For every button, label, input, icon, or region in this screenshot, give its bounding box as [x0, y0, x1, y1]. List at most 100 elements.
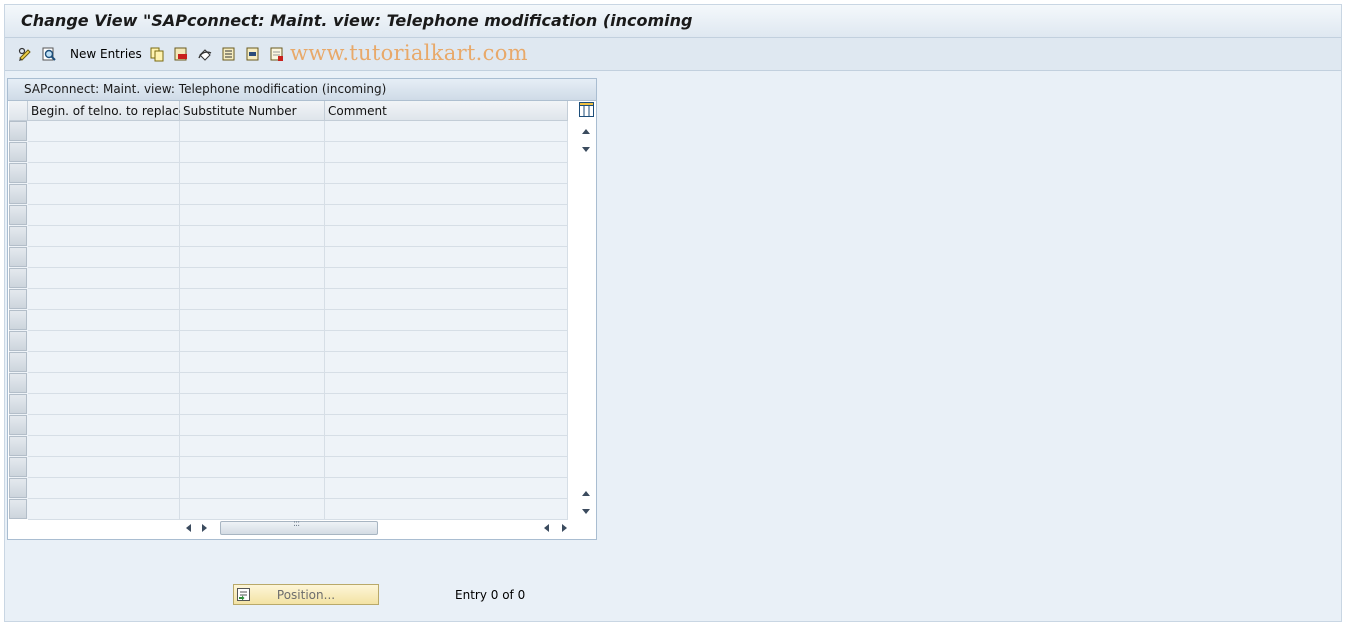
cell-comment[interactable] — [325, 331, 568, 352]
cell-substitute-number[interactable] — [180, 373, 325, 394]
column-header-begin-telno[interactable]: Begin. of telno. to replace — [28, 101, 186, 121]
cell-comment[interactable] — [325, 478, 568, 499]
display-change-icon[interactable] — [17, 46, 33, 62]
cell-comment[interactable] — [325, 310, 568, 331]
scroll-down-icon[interactable] — [582, 147, 590, 152]
cell-substitute-number[interactable] — [180, 184, 325, 205]
row-selector[interactable] — [9, 331, 27, 351]
cell-substitute-number[interactable] — [180, 436, 325, 457]
column-header-comment[interactable]: Comment — [325, 101, 568, 121]
cell-comment[interactable] — [325, 268, 568, 289]
cell-substitute-number[interactable] — [180, 499, 325, 520]
cell-substitute-number[interactable] — [180, 457, 325, 478]
cell-begin-telno[interactable] — [28, 352, 180, 373]
cell-begin-telno[interactable] — [28, 142, 180, 163]
cell-comment[interactable] — [325, 142, 568, 163]
scroll-page-up-icon[interactable] — [582, 491, 590, 496]
cell-begin-telno[interactable] — [28, 394, 180, 415]
select-all-rows-header[interactable] — [9, 101, 28, 121]
row-selector[interactable] — [9, 436, 27, 456]
scroll-far-right-icon[interactable] — [562, 524, 567, 532]
cell-comment[interactable] — [325, 226, 568, 247]
deselect-all-icon[interactable] — [269, 46, 285, 62]
cell-substitute-number[interactable] — [180, 142, 325, 163]
cell-substitute-number[interactable] — [180, 310, 325, 331]
cell-begin-telno[interactable] — [28, 331, 180, 352]
row-selector[interactable] — [9, 310, 27, 330]
row-selector[interactable] — [9, 478, 27, 498]
cell-comment[interactable] — [325, 436, 568, 457]
cell-substitute-number[interactable] — [180, 163, 325, 184]
cell-substitute-number[interactable] — [180, 394, 325, 415]
cell-begin-telno[interactable] — [28, 310, 180, 331]
scroll-far-left-icon[interactable] — [544, 524, 549, 532]
row-selector[interactable] — [9, 205, 27, 225]
cell-substitute-number[interactable] — [180, 268, 325, 289]
row-selector[interactable] — [9, 268, 27, 288]
scroll-left-icon[interactable] — [186, 524, 191, 532]
cell-begin-telno[interactable] — [28, 478, 180, 499]
cell-substitute-number[interactable] — [180, 247, 325, 268]
cell-substitute-number[interactable] — [180, 331, 325, 352]
cell-begin-telno[interactable] — [28, 499, 180, 520]
undo-icon[interactable] — [197, 46, 213, 62]
cell-begin-telno[interactable] — [28, 226, 180, 247]
cell-begin-telno[interactable] — [28, 457, 180, 478]
cell-comment[interactable] — [325, 247, 568, 268]
row-selector[interactable] — [9, 289, 27, 309]
row-selector[interactable] — [9, 457, 27, 477]
cell-comment[interactable] — [325, 121, 568, 142]
table-settings-icon[interactable] — [579, 102, 594, 117]
row-selector[interactable] — [9, 394, 27, 414]
row-selector[interactable] — [9, 247, 27, 267]
cell-comment[interactable] — [325, 289, 568, 310]
row-selector[interactable] — [9, 163, 27, 183]
cell-comment[interactable] — [325, 163, 568, 184]
select-block-icon[interactable] — [245, 46, 261, 62]
cell-comment[interactable] — [325, 205, 568, 226]
row-selector[interactable] — [9, 499, 27, 519]
copy-icon[interactable] — [149, 46, 165, 62]
cell-begin-telno[interactable] — [28, 205, 180, 226]
cell-comment[interactable] — [325, 457, 568, 478]
cell-begin-telno[interactable] — [28, 415, 180, 436]
cell-substitute-number[interactable] — [180, 415, 325, 436]
cell-comment[interactable] — [325, 415, 568, 436]
row-selector[interactable] — [9, 184, 27, 204]
position-button[interactable]: Position... — [233, 584, 379, 605]
cell-begin-telno[interactable] — [28, 163, 180, 184]
cell-substitute-number[interactable] — [180, 478, 325, 499]
horizontal-scrollbar[interactable]: ::: — [178, 519, 574, 536]
cell-substitute-number[interactable] — [180, 226, 325, 247]
row-selector[interactable] — [9, 226, 27, 246]
find-icon[interactable] — [41, 46, 57, 62]
cell-begin-telno[interactable] — [28, 121, 180, 142]
cell-begin-telno[interactable] — [28, 268, 180, 289]
cell-substitute-number[interactable] — [180, 205, 325, 226]
new-entries-button[interactable]: New Entries — [70, 47, 142, 61]
cell-begin-telno[interactable] — [28, 373, 180, 394]
scroll-page-down-icon[interactable] — [582, 509, 590, 514]
row-selector[interactable] — [9, 142, 27, 162]
horizontal-scroll-track[interactable] — [380, 521, 540, 535]
cell-begin-telno[interactable] — [28, 436, 180, 457]
cell-comment[interactable] — [325, 499, 568, 520]
scroll-right-icon[interactable] — [202, 524, 207, 532]
cell-begin-telno[interactable] — [28, 247, 180, 268]
cell-comment[interactable] — [325, 373, 568, 394]
cell-comment[interactable] — [325, 394, 568, 415]
cell-substitute-number[interactable] — [180, 352, 325, 373]
select-all-icon[interactable] — [221, 46, 237, 62]
cell-begin-telno[interactable] — [28, 184, 180, 205]
row-selector[interactable] — [9, 352, 27, 372]
horizontal-scroll-thumb[interactable]: ::: — [220, 519, 378, 535]
delete-icon[interactable] — [173, 46, 189, 62]
cell-substitute-number[interactable] — [180, 121, 325, 142]
scroll-up-icon[interactable] — [582, 129, 590, 134]
cell-substitute-number[interactable] — [180, 289, 325, 310]
vertical-scrollbar[interactable] — [577, 101, 595, 519]
row-selector[interactable] — [9, 373, 27, 393]
cell-comment[interactable] — [325, 184, 568, 205]
cell-comment[interactable] — [325, 352, 568, 373]
row-selector[interactable] — [9, 415, 27, 435]
